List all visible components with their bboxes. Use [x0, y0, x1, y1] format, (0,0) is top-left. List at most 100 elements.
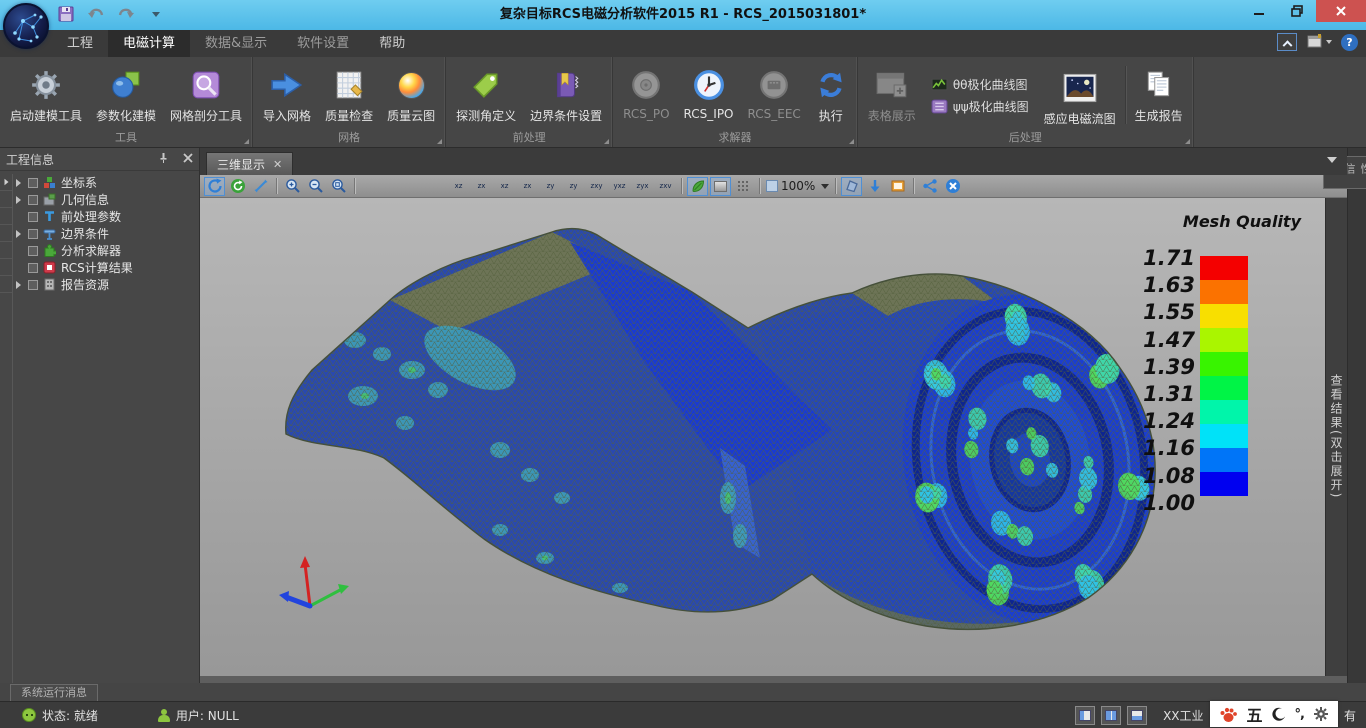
region-select-icon [844, 178, 860, 194]
checkbox[interactable] [28, 229, 38, 239]
rcs-eec-icon [758, 63, 790, 107]
region-select-button[interactable] [841, 177, 862, 196]
checkbox[interactable] [28, 178, 38, 188]
layout-split-button[interactable] [1101, 706, 1121, 725]
view-orientation-button-8[interactable]: yxz [609, 177, 630, 196]
view-orientation-button-2[interactable]: zx [471, 177, 492, 196]
tree-item-boundary-conditions[interactable]: 边界条件 [0, 225, 199, 242]
flat-mode-button[interactable] [710, 177, 731, 196]
psi-polarization-button[interactable]: ψψ极化曲线图 [931, 98, 1029, 115]
import-mesh-button[interactable]: 导入网格 [256, 60, 318, 130]
system-messages-tab[interactable]: 系统运行消息 [10, 684, 98, 701]
zoom-out-button[interactable] [305, 177, 326, 196]
layout-bottom-panel-button[interactable] [1127, 706, 1147, 725]
view-orientation-button-10[interactable]: zxv [655, 177, 676, 196]
table-display-button[interactable]: 表格展示 [861, 60, 923, 130]
tab-data-display[interactable]: 数据&显示 [190, 30, 282, 57]
ime-settings-gear-icon[interactable] [1313, 706, 1329, 722]
view-orientation-button-3[interactable]: xz [494, 177, 515, 196]
zoom-level-control[interactable]: 100% [765, 177, 830, 196]
view-orientation-button-7[interactable]: zxy [586, 177, 607, 196]
tab-project[interactable]: 工程 [52, 30, 108, 57]
tab-help[interactable]: 帮助 [364, 30, 420, 57]
ime-paw-icon[interactable] [1219, 706, 1238, 723]
pan-zoom-button[interactable] [250, 177, 271, 196]
mesh-partition-tool-button[interactable]: 网格剖分工具 [163, 60, 249, 130]
close-button[interactable] [1316, 0, 1366, 22]
view-orientation-button-6[interactable]: zy [563, 177, 584, 196]
checkbox[interactable] [28, 246, 38, 256]
rotate-view-button[interactable] [204, 177, 225, 196]
ime-mode-label[interactable]: 五 [1247, 702, 1263, 726]
minimize-button[interactable] [1240, 0, 1278, 22]
execute-button[interactable]: 执行 [808, 60, 854, 130]
ime-toolbar[interactable]: 五 °, [1210, 701, 1338, 727]
tree-item-analysis-solver[interactable]: 分析求解器 [0, 242, 199, 259]
shaded-mode-button[interactable] [687, 177, 708, 196]
tab-software-settings[interactable]: 软件设置 [282, 30, 364, 57]
snapshot-button[interactable] [887, 177, 908, 196]
app-logo[interactable] [3, 3, 49, 49]
close-panel-icon[interactable] [183, 152, 193, 166]
parameter-t-icon [42, 210, 57, 224]
checkbox[interactable] [28, 212, 38, 222]
group-expander-icon[interactable] [1185, 139, 1190, 144]
tab-em-computation[interactable]: 电磁计算 [108, 30, 190, 57]
layout-left-panel-button[interactable] [1075, 706, 1095, 725]
group-expander-icon[interactable] [437, 139, 442, 144]
tree-item-report-resources[interactable]: 报告资源 [0, 276, 199, 293]
view-orientation-button-9[interactable]: zyx [632, 177, 653, 196]
view-axes-icon: zx [524, 183, 532, 190]
refresh-view-button[interactable] [227, 177, 248, 196]
collapse-ribbon-button[interactable] [1277, 33, 1297, 51]
tree-item-rcs-results[interactable]: RCS计算结果 [0, 259, 199, 276]
solver-rcs-eec-button[interactable]: RCS_EEC [741, 60, 808, 130]
screenshot-down-button[interactable] [864, 177, 885, 196]
ime-punctuation-icon[interactable]: °, [1295, 707, 1304, 722]
tree-item-preprocess-params[interactable]: 前处理参数 [0, 208, 199, 225]
tree-item-coordinate-system[interactable]: 坐标系 [0, 174, 199, 191]
expand-icon[interactable] [16, 179, 21, 187]
viewport-3d[interactable]: Mesh Quality 1.71 1.63 1.55 1.47 1.39 1.… [200, 198, 1325, 676]
view-orientation-button-1[interactable]: xz [448, 177, 469, 196]
tab-list-dropdown-icon[interactable] [1327, 157, 1337, 163]
window-style-button[interactable] [1306, 34, 1332, 50]
expand-icon[interactable] [16, 281, 21, 289]
view-orientation-button-4[interactable]: zx [517, 177, 538, 196]
root-expand-icon[interactable] [4, 179, 8, 185]
pin-icon[interactable] [158, 152, 169, 167]
points-mode-button[interactable] [733, 177, 754, 196]
share-view-button[interactable] [919, 177, 940, 196]
help-button[interactable]: ? [1341, 34, 1358, 51]
ime-moon-icon[interactable] [1272, 707, 1286, 722]
zoom-fit-button[interactable] [328, 177, 349, 196]
checkbox[interactable] [28, 195, 38, 205]
tab-3d-display[interactable]: 三维显示 ✕ [206, 152, 293, 175]
results-strip[interactable]: 查看结果(双击展开) [1325, 198, 1347, 676]
parametric-modeling-button[interactable]: 参数化建模 [89, 60, 163, 130]
generate-report-button[interactable]: 生成报告 [1128, 60, 1190, 130]
boundary-settings-button[interactable]: 边界条件设置 [523, 60, 609, 130]
theta-polarization-button[interactable]: θθ极化曲线图 [931, 76, 1029, 93]
close-view-button[interactable] [942, 177, 963, 196]
induced-current-map-button[interactable]: 感应电磁流图 [1037, 60, 1123, 130]
group-expander-icon[interactable] [604, 139, 609, 144]
quality-cloud-button[interactable]: 质量云图 [380, 60, 442, 130]
checkbox[interactable] [28, 280, 38, 290]
close-tab-icon[interactable]: ✕ [273, 158, 282, 171]
checkbox[interactable] [28, 263, 38, 273]
restore-button[interactable] [1278, 0, 1316, 22]
view-orientation-button-5[interactable]: zy [540, 177, 561, 196]
group-expander-icon[interactable] [849, 139, 854, 144]
solver-rcs-ipo-button[interactable]: RCS_IPO [677, 60, 741, 130]
group-expander-icon[interactable] [244, 139, 249, 144]
probe-angle-button[interactable]: 探测角定义 [449, 60, 523, 130]
expand-icon[interactable] [16, 230, 21, 238]
tree-item-geometry-info[interactable]: 几何信息 [0, 191, 199, 208]
tree-item-label: 几何信息 [61, 191, 109, 208]
quality-check-button[interactable]: 质量检查 [318, 60, 380, 130]
expand-icon[interactable] [16, 196, 21, 204]
solver-rcs-po-button[interactable]: RCS_PO [616, 60, 676, 130]
zoom-in-button[interactable] [282, 177, 303, 196]
launch-modeling-tool-button[interactable]: 启动建模工具 [3, 60, 89, 130]
